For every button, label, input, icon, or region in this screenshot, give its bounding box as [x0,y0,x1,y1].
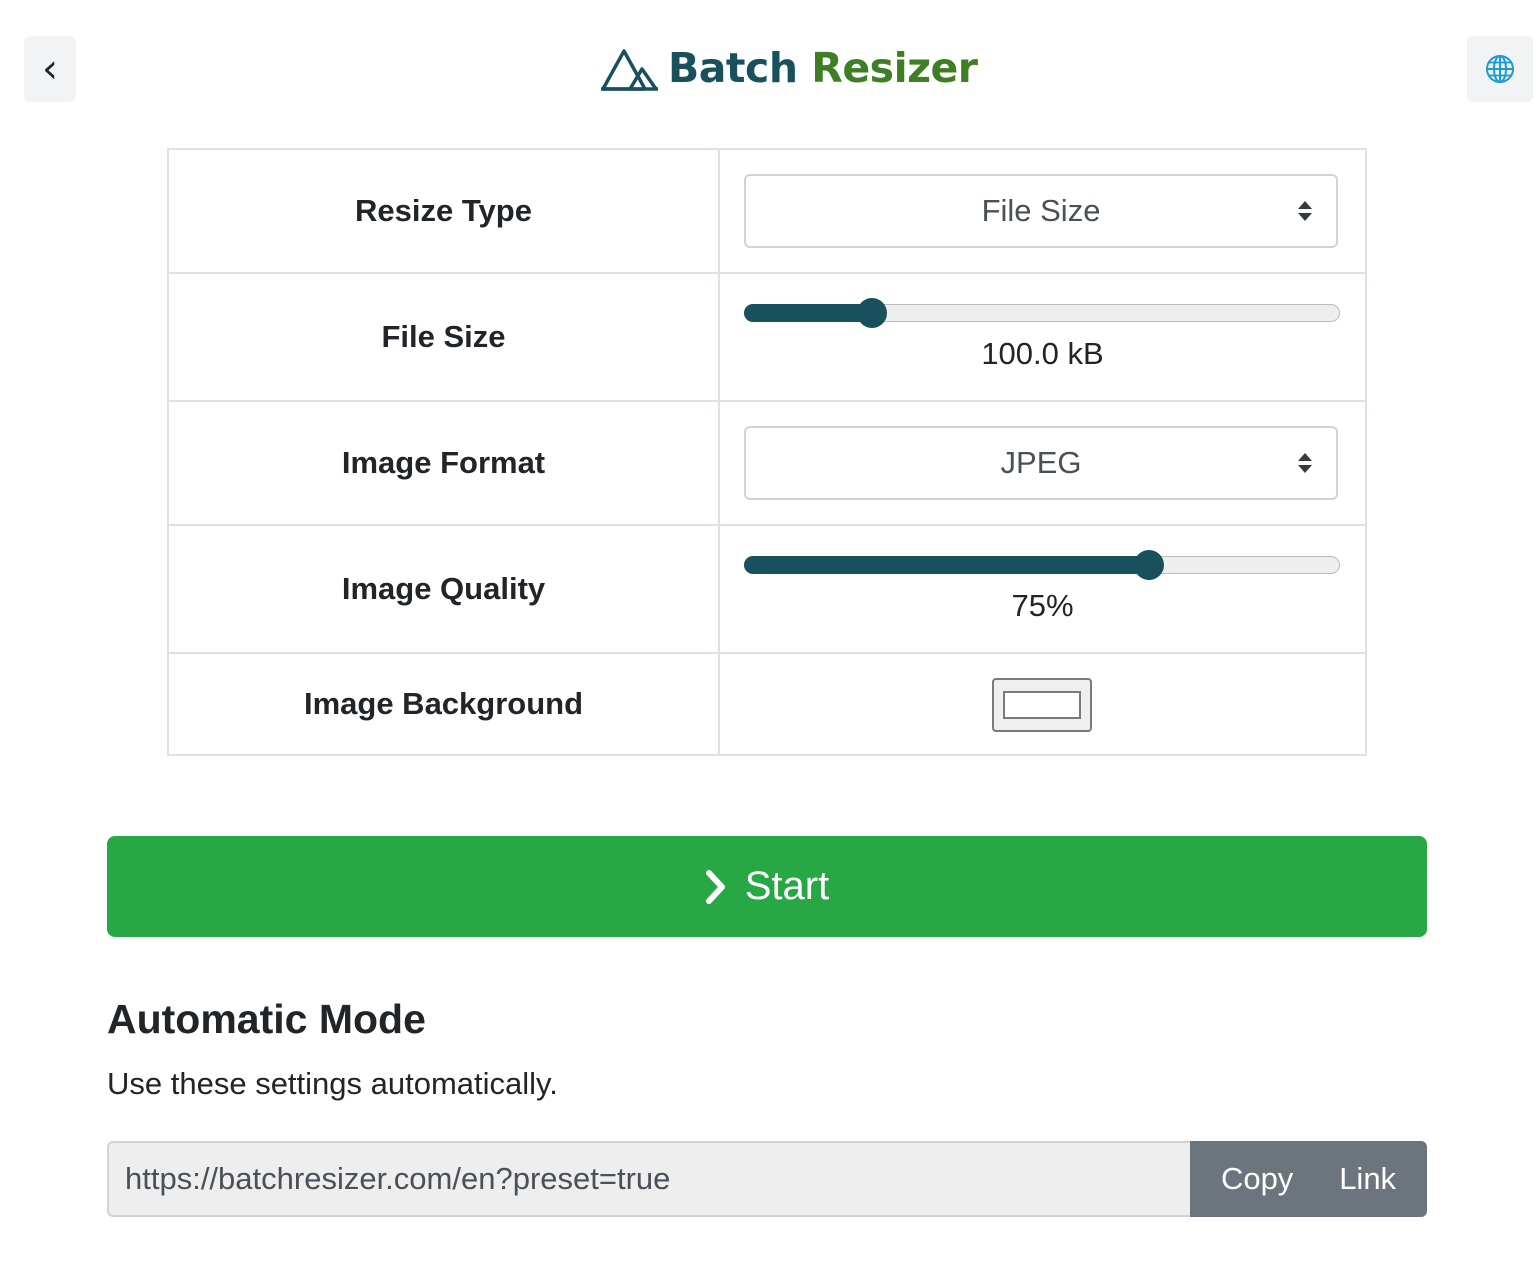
link-label: Link [1339,1161,1397,1196]
image-format-value: JPEG [1000,445,1082,480]
mountain-icon [601,49,658,91]
image-format-cell: JPEG [718,400,1367,526]
image-quality-value: 75% [1011,588,1074,623]
brand-name: Batch Resizer [668,44,978,92]
automatic-mode-title: Automatic Mode [107,996,426,1042]
image-format-select[interactable]: JPEG [744,426,1338,500]
settings-row-image-background: Image Background [167,652,1367,756]
settings-row-image-quality: Image Quality 75% [167,524,1367,654]
resize-type-select[interactable]: File Size [744,174,1338,248]
brand-logo[interactable]: Batch Resizer [600,38,978,98]
start-label: Start [744,864,830,908]
file-size-cell: 100.0 kB [718,272,1367,402]
file-size-value: 100.0 kB [981,336,1104,371]
automatic-mode-description: Use these settings automatically. [107,1066,558,1101]
copy-link-button[interactable]: Copy Link [1190,1141,1427,1217]
back-button[interactable]: ‹ [24,36,76,102]
page: ‹ Batch Resizer Resize Type File Size Fi… [0,0,1538,1278]
background-color-picker[interactable] [992,678,1092,732]
resize-type-cell: File Size [718,148,1367,274]
globe-icon [1486,55,1514,83]
color-swatch [1003,691,1081,719]
image-background-cell [718,652,1367,756]
image-format-label: Image Format [167,400,720,526]
start-button[interactable]: Start [107,836,1427,937]
slider-thumb[interactable] [857,298,887,328]
chevron-right-icon [705,869,725,904]
select-arrows-icon [1298,453,1312,473]
image-quality-cell: 75% [718,524,1367,654]
file-size-slider[interactable] [744,298,1340,328]
file-size-label: File Size [167,272,720,402]
image-quality-slider[interactable] [744,550,1340,580]
slider-thumb[interactable] [1134,550,1164,580]
resize-type-value: File Size [981,193,1101,228]
preset-link-input[interactable] [107,1141,1191,1217]
settings-row-file-size: File Size 100.0 kB [167,272,1367,402]
copy-label: Copy [1220,1161,1294,1196]
image-background-label: Image Background [167,652,720,756]
slider-fill [744,556,1149,574]
chevron-left-icon: ‹ [42,46,58,92]
slider-fill [744,304,872,322]
language-button[interactable] [1467,36,1533,102]
settings-table: Resize Type File Size File Size 100.0 kB… [167,148,1367,756]
settings-row-image-format: Image Format JPEG [167,400,1367,526]
settings-row-resize-type: Resize Type File Size [167,148,1367,274]
resize-type-label: Resize Type [167,148,720,274]
select-arrows-icon [1298,201,1312,221]
image-quality-label: Image Quality [167,524,720,654]
